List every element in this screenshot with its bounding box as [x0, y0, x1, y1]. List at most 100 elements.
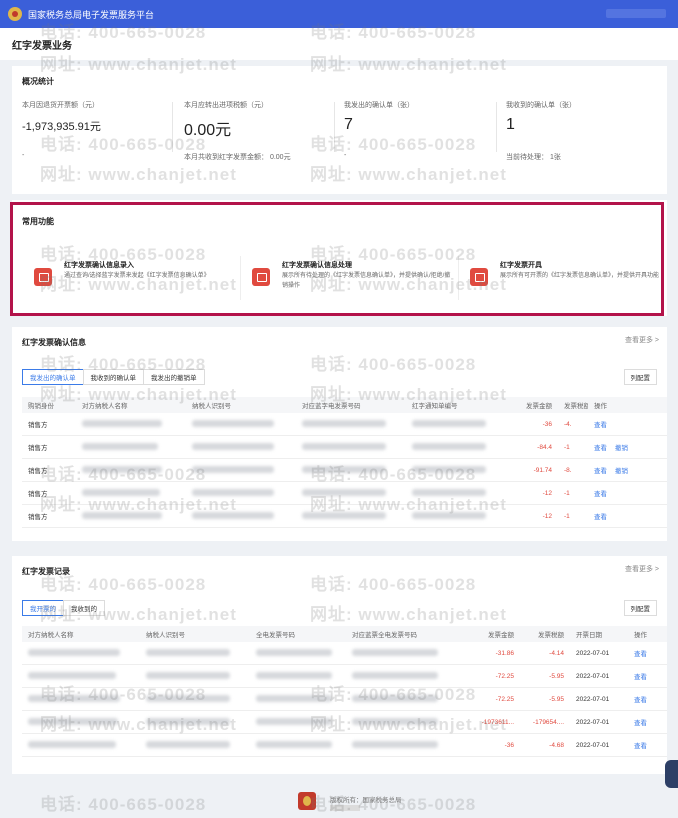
redacted-text: [82, 442, 158, 450]
cell-amount: -84.4: [506, 435, 558, 459]
confirm-table: 购销身份 对方纳税人名称 纳税人识别号 对应蓝字电发票号码 红字通知单编号 发票…: [22, 397, 667, 528]
column-header: 发票税额: [558, 397, 588, 413]
column-header: 发票税额: [520, 626, 570, 642]
redacted-text: [146, 717, 230, 725]
view-link[interactable]: 查看: [634, 651, 647, 658]
tab-received-confirmations[interactable]: 我收到的确认单: [82, 369, 144, 385]
view-link[interactable]: 查看: [594, 468, 607, 475]
column-config-button[interactable]: 列配置: [623, 369, 657, 385]
revoke-link[interactable]: 撤销: [615, 468, 628, 475]
cell-ops: 查看: [628, 733, 667, 757]
cell-ops: 查看: [628, 664, 667, 688]
page-header: 红字发票业务: [0, 28, 678, 60]
stat-sub: 当前待处理： 1张: [506, 154, 561, 161]
cell-amount: -72.25: [462, 664, 520, 688]
redacted-text: [302, 442, 386, 450]
view-link[interactable]: 查看: [634, 743, 647, 750]
cell-invoice-no-redacted: [250, 710, 346, 734]
cell-ops: 查看: [628, 687, 667, 711]
table-row: -1973611... -179654.... 2022-07-01 查看: [22, 710, 667, 734]
view-link[interactable]: 查看: [594, 491, 607, 498]
view-link[interactable]: 查看: [634, 674, 647, 681]
view-link[interactable]: 查看: [634, 720, 647, 727]
cell-tax: -1: [558, 481, 588, 505]
redacted-text: [192, 442, 274, 450]
cell-name-redacted: [22, 664, 140, 688]
redacted-text: [146, 694, 230, 702]
view-link[interactable]: 查看: [594, 514, 607, 521]
cell-blue-no-redacted: [296, 481, 406, 505]
cell-taxid-redacted: [186, 435, 296, 459]
redacted-text: [192, 465, 274, 473]
confirm-info-title: 红字发票确认信息: [22, 338, 86, 347]
column-config-button[interactable]: 列配置: [623, 600, 657, 616]
tab-issued-by-me[interactable]: 我开票的: [22, 600, 64, 616]
records-table: 对方纳税人名称 纳税人识别号 全电发票号码 对应蓝票全电发票号码 发票金额 发票…: [22, 626, 667, 757]
cell-notice-no-redacted: [406, 458, 506, 482]
redacted-text: [192, 511, 274, 519]
cell-role: 销售方: [22, 413, 76, 436]
cell-ops: 查看: [588, 504, 667, 528]
cell-notice-no-redacted: [406, 481, 506, 505]
cell-name-redacted: [22, 733, 140, 757]
stat-label: 本月因退货开票额（元）: [22, 102, 99, 109]
stat-sent-confirmations[interactable]: 我发出的确认单（张） 7 -: [344, 100, 494, 159]
tab-sent-confirmations[interactable]: 我发出的确认单: [22, 369, 84, 385]
overview-title: 概况统计: [22, 77, 54, 86]
redacted-text: [146, 671, 230, 679]
cell-tax: -5.95: [520, 687, 570, 711]
cell-amount: -72.25: [462, 687, 520, 711]
view-link[interactable]: 查看: [594, 422, 607, 429]
highlight-frame: [10, 202, 664, 316]
redacted-text: [256, 694, 332, 702]
table-row: -36 -4.68 2022-07-01 查看: [22, 733, 667, 757]
table-header-row: 对方纳税人名称 纳税人识别号 全电发票号码 对应蓝票全电发票号码 发票金额 发票…: [22, 626, 667, 642]
cell-date: 2022-07-01: [570, 733, 628, 757]
redacted-text: [28, 740, 116, 748]
records-more-link[interactable]: 查看更多 >: [625, 564, 659, 574]
overview-card: 概况统计 本月因退货开票额（元） -1,973,935.91元 - 本月应转出进…: [12, 66, 667, 194]
cell-blue-no-redacted: [346, 710, 462, 734]
table-row: -72.25 -5.95 2022-07-01 查看: [22, 687, 667, 711]
redacted-text: [28, 717, 118, 725]
column-header: 对方纳税人名称: [22, 626, 140, 642]
redacted-text: [352, 648, 438, 656]
stat-label: 我发出的确认单（张）: [344, 102, 414, 109]
redacted-text: [302, 488, 386, 496]
confirm-more-link[interactable]: 查看更多 >: [625, 335, 659, 345]
revoke-link[interactable]: 撤销: [615, 445, 628, 452]
view-link[interactable]: 查看: [594, 445, 607, 452]
stat-return-amount: 本月因退货开票额（元） -1,973,935.91元 -: [22, 100, 172, 159]
stat-received-confirmations[interactable]: 我收到的确认单（张） 1 当前待处理： 1张: [506, 100, 656, 161]
cell-taxid-redacted: [186, 481, 296, 505]
redacted-text: [302, 511, 386, 519]
support-avatar-icon[interactable]: [665, 760, 678, 788]
cell-name-redacted: [22, 710, 140, 734]
redacted-text: [352, 717, 438, 725]
tab-sent-revocations[interactable]: 我发出的撤销单: [143, 369, 205, 385]
records-title: 红字发票记录: [22, 567, 70, 576]
cell-tax: -1: [558, 435, 588, 459]
redacted-text: [352, 740, 438, 748]
cell-ops: 查看 撤销: [588, 435, 667, 459]
footer-copyright: 版权所有：国家税务总局: [330, 797, 402, 804]
redacted-text: [82, 511, 162, 519]
cell-notice-no-redacted: [406, 413, 506, 436]
cell-role: 销售方: [22, 435, 76, 459]
tab-received-by-me[interactable]: 我收到的: [63, 600, 105, 616]
tax-bureau-logo-icon: [298, 792, 316, 810]
cell-taxid-redacted: [140, 664, 250, 688]
cell-date: 2022-07-01: [570, 687, 628, 711]
cell-tax: -5.95: [520, 664, 570, 688]
user-info-area[interactable]: [606, 9, 666, 18]
cell-amount: -31.86: [462, 642, 520, 665]
table-row: 销售方 -12 -1 查看: [22, 504, 667, 528]
view-link[interactable]: 查看: [634, 697, 647, 704]
cell-taxid-redacted: [140, 733, 250, 757]
cell-name-redacted: [76, 413, 186, 436]
stat-value: 1: [506, 116, 515, 133]
cell-invoice-no-redacted: [250, 664, 346, 688]
cell-taxid-redacted: [140, 687, 250, 711]
column-header: 纳税人识别号: [140, 626, 250, 642]
page-title: 红字发票业务: [12, 40, 72, 52]
